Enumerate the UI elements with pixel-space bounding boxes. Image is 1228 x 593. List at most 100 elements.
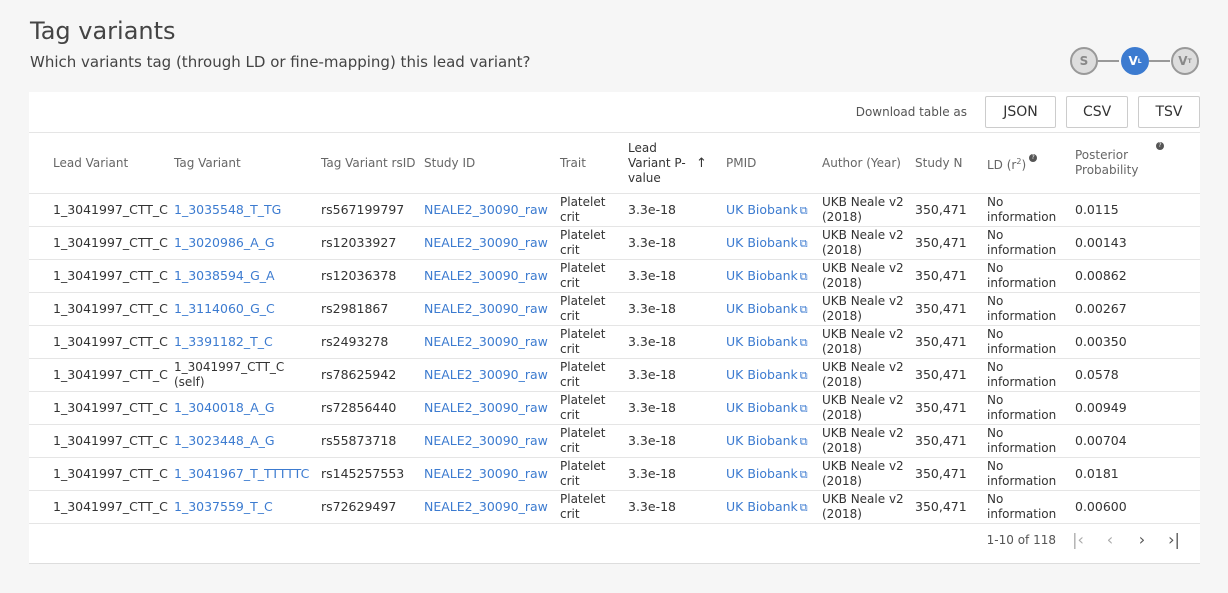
external-link-icon: ⧉ — [799, 335, 808, 349]
tag-variant-cell: 1_3114060_G_C — [170, 293, 317, 326]
last-page-icon[interactable]: ›| — [1158, 530, 1190, 549]
study-id-link[interactable]: NEALE2_30090_raw — [424, 268, 548, 283]
lead-variant-cell: 1_3041997_CTT_C — [53, 367, 168, 382]
download-label: Download table as — [855, 105, 967, 119]
tag-variant-link[interactable]: 1_3023448_A_G — [174, 433, 275, 448]
col-author[interactable]: Author (Year) — [818, 133, 911, 194]
tag-variant-cell: 1_3020986_A_G — [170, 227, 317, 260]
posterior-cell: 0.00949 — [1075, 400, 1127, 415]
tag-variants-card: Download table as JSON CSV TSV Lead Vari… — [29, 92, 1200, 564]
external-link-icon: ⧉ — [799, 434, 808, 448]
tag-variant-cell: 1_3035548_T_TG — [170, 194, 317, 227]
rsid-cell: rs12033927 — [321, 235, 397, 250]
pmid-cell: UK Biobank ⧉ — [722, 326, 818, 359]
trait-cell: Platelet crit — [560, 492, 606, 521]
posterior-cell: 0.00350 — [1075, 334, 1127, 349]
tag-variant-link[interactable]: 1_3391182_T_C — [174, 334, 273, 349]
table-body: 1_3041997_CTT_C 1_3035548_T_TG rs5671997… — [29, 194, 1200, 524]
page-title: Tag variants — [30, 17, 176, 45]
study-id-link[interactable]: NEALE2_30090_raw — [424, 367, 548, 382]
pmid-link[interactable]: UK Biobank ⧉ — [726, 499, 808, 514]
pvalue-cell: 3.3e-18 — [628, 466, 676, 481]
col-tag-variant[interactable]: Tag Variant — [170, 133, 317, 194]
external-link-icon: ⧉ — [799, 302, 808, 316]
step-study[interactable]: S — [1070, 47, 1098, 75]
table-row: 1_3041997_CTT_C 1_3035548_T_TG rs5671997… — [29, 194, 1200, 227]
download-json-button[interactable]: JSON — [985, 96, 1056, 128]
tag-variant-link[interactable]: 1_3020986_A_G — [174, 235, 275, 250]
tag-variant-link[interactable]: 1_3114060_G_C — [174, 301, 275, 316]
study-id-link[interactable]: NEALE2_30090_raw — [424, 202, 548, 217]
author-cell: UKB Neale v2 (2018) — [822, 459, 904, 488]
study-id-cell: NEALE2_30090_raw — [420, 425, 556, 458]
lead-variant-cell: 1_3041997_CTT_C — [53, 202, 168, 217]
trait-cell: Platelet crit — [560, 261, 606, 290]
pmid-link[interactable]: UK Biobank ⧉ — [726, 268, 808, 283]
study-id-link[interactable]: NEALE2_30090_raw — [424, 235, 548, 250]
rsid-cell: rs55873718 — [321, 433, 397, 448]
study-id-link[interactable]: NEALE2_30090_raw — [424, 466, 548, 481]
step-connector — [1098, 60, 1119, 62]
study-id-link[interactable]: NEALE2_30090_raw — [424, 433, 548, 448]
tag-variant-link[interactable]: 1_3035548_T_TG — [174, 202, 281, 217]
download-csv-button[interactable]: CSV — [1066, 96, 1128, 128]
rsid-cell: rs78625942 — [321, 367, 397, 382]
study-id-link[interactable]: NEALE2_30090_raw — [424, 499, 548, 514]
ld-cell: No information — [987, 426, 1057, 455]
pmid-link[interactable]: UK Biobank ⧉ — [726, 301, 808, 316]
author-cell: UKB Neale v2 (2018) — [822, 195, 904, 224]
col-study-id[interactable]: Study ID — [420, 133, 556, 194]
pmid-link[interactable]: UK Biobank ⧉ — [726, 202, 808, 217]
lead-variant-cell: 1_3041997_CTT_C — [53, 334, 168, 349]
ld-cell: No information — [987, 459, 1057, 488]
col-posterior[interactable]: Posterior Probability? — [1071, 133, 1200, 194]
col-tag-rsid[interactable]: Tag Variant rsID — [317, 133, 420, 194]
external-link-icon: ⧉ — [799, 236, 808, 250]
study-n-cell: 350,471 — [915, 433, 967, 448]
trait-cell: Platelet crit — [560, 360, 606, 389]
tag-variants-table: Lead Variant Tag Variant Tag Variant rsI… — [29, 132, 1200, 524]
step-lead-variant[interactable]: VL — [1121, 47, 1149, 75]
download-tsv-button[interactable]: TSV — [1138, 96, 1200, 128]
col-ld[interactable]: LD (r2)? — [983, 133, 1071, 194]
posterior-cell: 0.00600 — [1075, 499, 1127, 514]
navigation-stepper: S VL VT — [1070, 47, 1200, 75]
pmid-link[interactable]: UK Biobank ⧉ — [726, 400, 808, 415]
pmid-link[interactable]: UK Biobank ⧉ — [726, 367, 808, 382]
lead-variant-cell: 1_3041997_CTT_C — [53, 466, 168, 481]
first-page-icon[interactable]: |‹ — [1062, 530, 1094, 549]
tag-variant-link[interactable]: 1_3041967_T_TTTTTC — [174, 466, 309, 481]
col-pmid[interactable]: PMID — [722, 133, 818, 194]
col-trait[interactable]: Trait — [556, 133, 624, 194]
pmid-link[interactable]: UK Biobank ⧉ — [726, 466, 808, 481]
pmid-link[interactable]: UK Biobank ⧉ — [726, 235, 808, 250]
chevron-right-icon[interactable]: › — [1126, 530, 1158, 549]
study-id-link[interactable]: NEALE2_30090_raw — [424, 400, 548, 415]
study-id-link[interactable]: NEALE2_30090_raw — [424, 334, 548, 349]
study-id-link[interactable]: NEALE2_30090_raw — [424, 301, 548, 316]
pmid-cell: UK Biobank ⧉ — [722, 458, 818, 491]
table-row: 1_3041997_CTT_C 1_3041967_T_TTTTTC rs145… — [29, 458, 1200, 491]
tag-variant-link[interactable]: 1_3040018_A_G — [174, 400, 275, 415]
col-lead-variant[interactable]: Lead Variant — [29, 133, 170, 194]
pmid-link[interactable]: UK Biobank ⧉ — [726, 433, 808, 448]
col-lead-pvalue[interactable]: Lead Variant P-value ↑ — [624, 133, 722, 194]
rsid-cell: rs72856440 — [321, 400, 397, 415]
study-id-cell: NEALE2_30090_raw — [420, 260, 556, 293]
pmid-link[interactable]: UK Biobank ⧉ — [726, 334, 808, 349]
rsid-cell: rs145257553 — [321, 466, 405, 481]
author-cell: UKB Neale v2 (2018) — [822, 261, 904, 290]
pvalue-cell: 3.3e-18 — [628, 499, 676, 514]
tag-variant-link[interactable]: 1_3037559_T_C — [174, 499, 273, 514]
tag-variant-cell: 1_3040018_A_G — [170, 392, 317, 425]
tag-variant-cell: 1_3391182_T_C — [170, 326, 317, 359]
tag-variant-link[interactable]: 1_3038594_G_A — [174, 268, 275, 283]
ld-cell: No information — [987, 360, 1057, 389]
step-tag-variant[interactable]: VT — [1171, 47, 1199, 75]
col-study-n[interactable]: Study N — [911, 133, 983, 194]
help-icon[interactable]: ? — [1029, 153, 1038, 162]
lead-variant-cell: 1_3041997_CTT_C — [53, 499, 168, 514]
help-icon[interactable]: ? — [1156, 142, 1164, 150]
table-row: 1_3041997_CTT_C 1_3041997_CTT_C (self) r… — [29, 359, 1200, 392]
chevron-left-icon[interactable]: ‹ — [1094, 530, 1126, 549]
